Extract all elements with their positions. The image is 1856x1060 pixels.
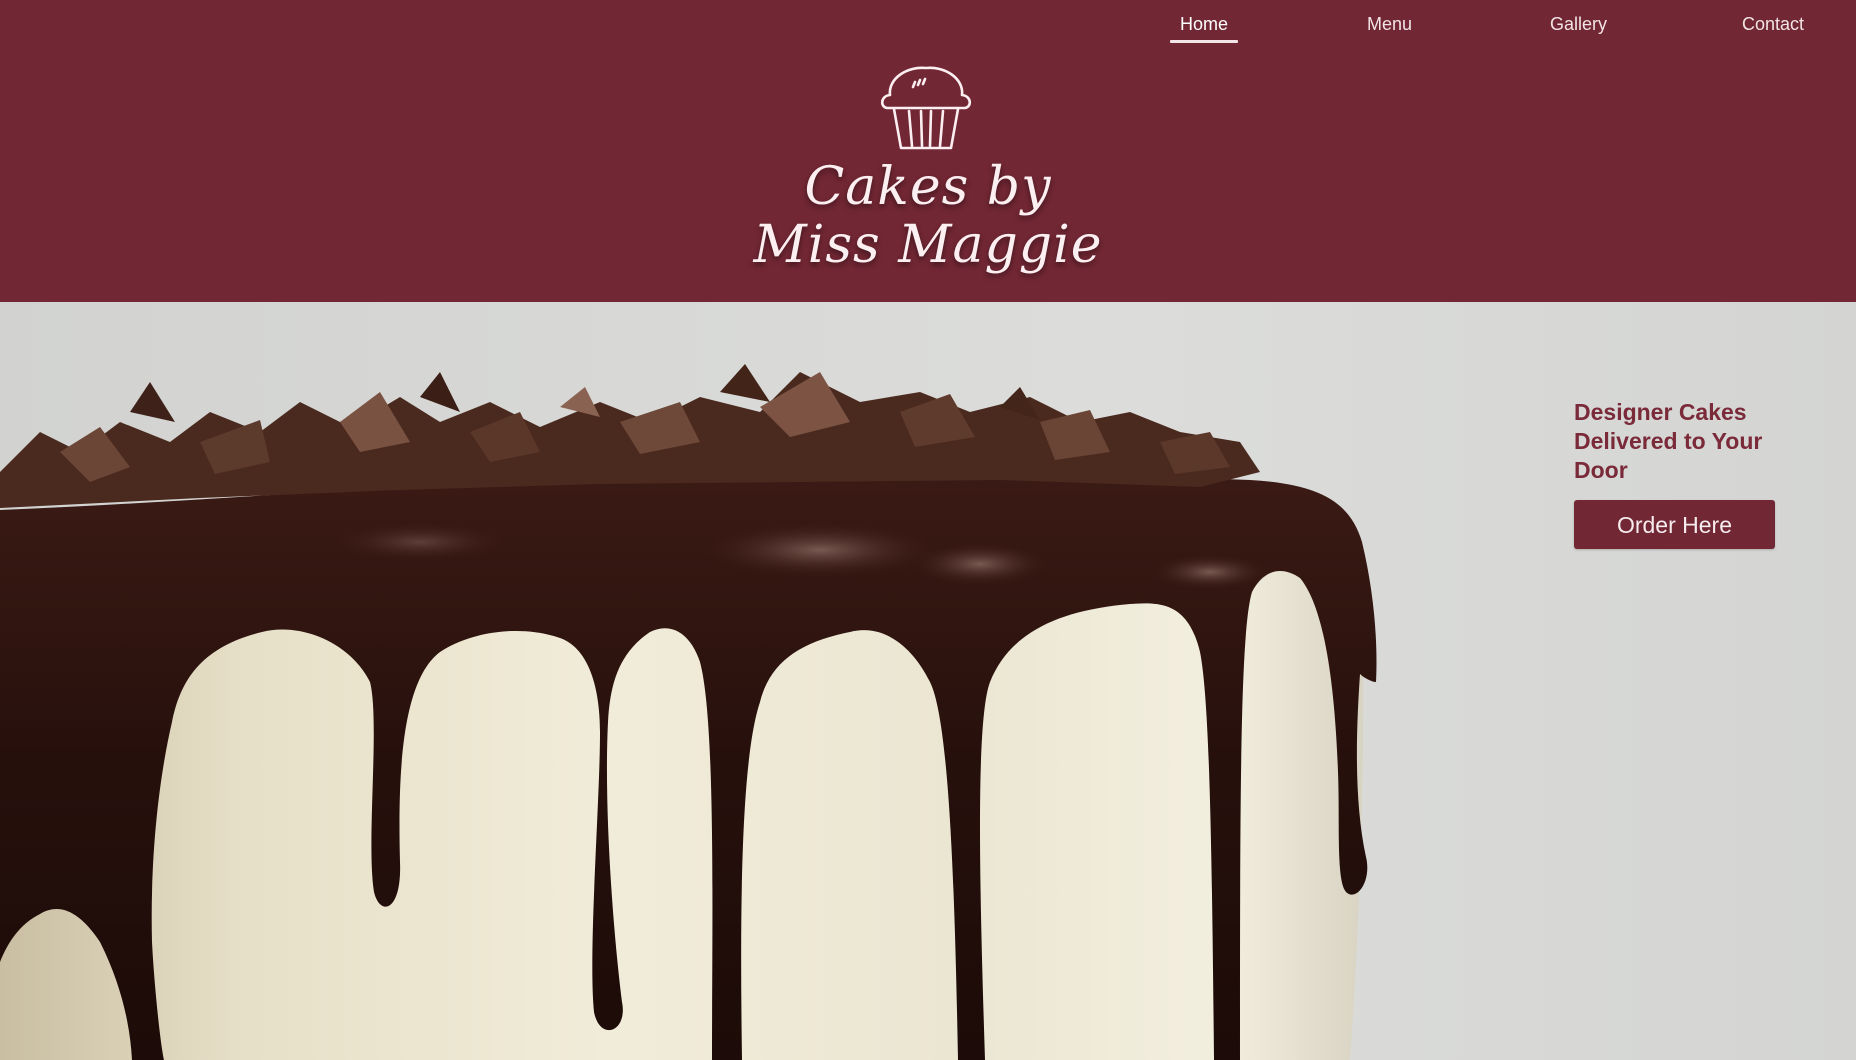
promo-block: Designer Cakes Delivered to Your Door Or… (1574, 398, 1814, 549)
nav-menu-link[interactable]: Menu (1367, 14, 1412, 43)
brand-line-1: Cakes by (804, 157, 1052, 217)
promo-heading: Designer Cakes Delivered to Your Door (1574, 399, 1763, 483)
site-header: Home Menu Gallery Contact Cakes by Miss … (0, 0, 1856, 302)
brand-line-2: Miss Maggie (753, 215, 1103, 275)
site-logo[interactable]: Cakes by Miss Maggie (736, 60, 1120, 300)
nav-home-link[interactable]: Home (1169, 14, 1239, 43)
main-nav: Home Menu Gallery Contact (0, 0, 1856, 50)
brand-name: Cakes by Miss Maggie (736, 158, 1120, 274)
order-here-button[interactable]: Order Here (1574, 500, 1775, 549)
nav-gallery-link[interactable]: Gallery (1550, 14, 1607, 43)
cupcake-icon (880, 66, 972, 150)
hero-section: Designer Cakes Delivered to Your Door Or… (0, 302, 1856, 1060)
nav-contact-link[interactable]: Contact (1742, 14, 1804, 43)
